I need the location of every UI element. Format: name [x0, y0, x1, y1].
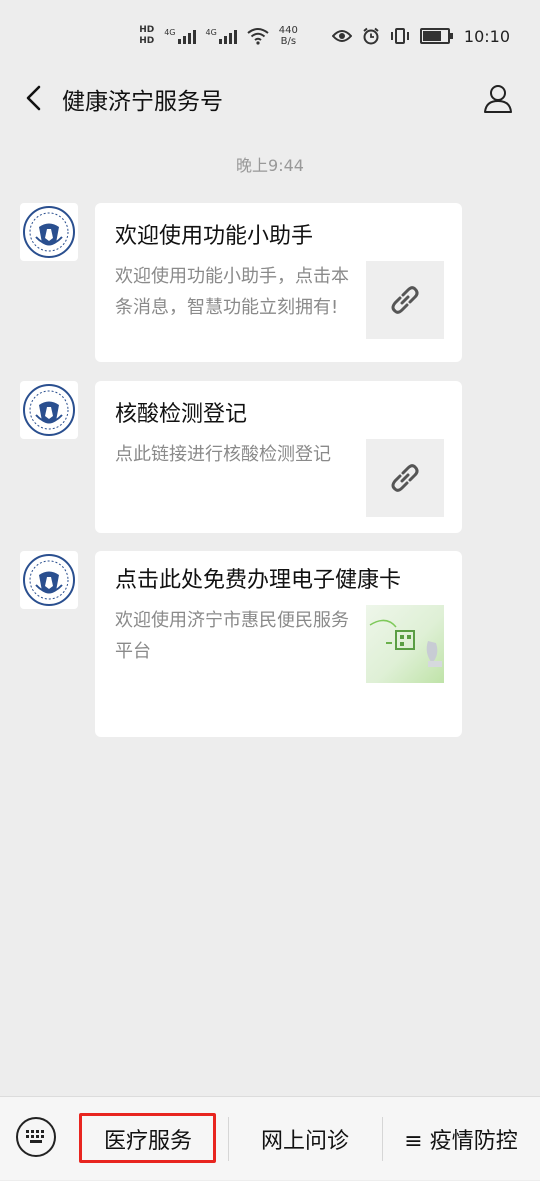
page-title: 健康济宁服务号 — [62, 89, 223, 115]
message-description: 点此链接进行核酸检测登记 — [115, 444, 331, 465]
message-thumbnail-image — [366, 605, 444, 683]
link-icon — [391, 464, 419, 492]
avatar[interactable] — [20, 203, 78, 261]
menu-medical-service[interactable]: 医疗服务 — [80, 1097, 216, 1181]
message-thumbnail — [366, 439, 444, 517]
vibrate-icon — [390, 28, 409, 44]
battery-icon — [419, 28, 453, 44]
message-title: 欢迎使用功能小助手 — [115, 224, 314, 249]
qr-code-icon — [369, 619, 442, 667]
message-thumbnail — [366, 261, 444, 339]
message-timestamp: 晚上9:44 — [236, 156, 304, 175]
eye-icon — [331, 30, 352, 42]
message-description: 欢迎使用功能小助手，点击本条消息，智慧功能立刻拥有! — [115, 266, 349, 318]
alarm-icon — [363, 27, 379, 45]
menu-divider — [228, 1117, 229, 1161]
clock: 10:10 — [463, 26, 510, 46]
hd-badge-2: HD — [139, 36, 155, 46]
menu-divider — [382, 1117, 383, 1161]
chevron-left-icon[interactable] — [22, 84, 46, 112]
keyboard-icon[interactable] — [16, 1117, 56, 1157]
person-icon[interactable] — [482, 82, 514, 114]
signal-icon-2: 4G — [206, 28, 237, 44]
avatar[interactable] — [20, 381, 78, 439]
signal-icon-1: 4G — [164, 28, 196, 44]
message-card[interactable]: 核酸检测登记 点此链接进行核酸检测登记 — [95, 381, 462, 533]
message-title: 核酸检测登记 — [115, 402, 248, 427]
message-title: 点击此处免费办理电子健康卡 — [115, 568, 402, 593]
net-speed: 440 B/s — [278, 25, 298, 47]
emblem-logo — [23, 206, 75, 258]
menu-epidemic-prevention[interactable]: ≡ 疫情防控 — [384, 1097, 538, 1181]
link-icon — [391, 286, 419, 314]
emblem-logo — [23, 554, 75, 606]
hd-badge-1: HD — [139, 25, 155, 35]
hd-badges: HD HD — [139, 25, 154, 47]
avatar[interactable] — [20, 551, 78, 609]
emblem-logo — [23, 384, 75, 436]
menu-online-consultation[interactable]: 网上问诊 — [232, 1097, 378, 1181]
message-description: 欢迎使用济宁市惠民便民服务平台 — [115, 610, 349, 662]
wifi-icon — [247, 28, 269, 45]
bottom-menu-bar: 医疗服务 网上问诊 ≡ 疫情防控 — [0, 1096, 540, 1180]
chat-header: 健康济宁服务号 — [0, 72, 540, 124]
message-card[interactable]: 点击此处免费办理电子健康卡 欢迎使用济宁市惠民便民服务平台 — [95, 551, 462, 737]
message-card[interactable]: 欢迎使用功能小助手 欢迎使用功能小助手，点击本条消息，智慧功能立刻拥有! — [95, 203, 462, 362]
status-bar: HD HD 4G 4G 440 B/s 10:10 — [0, 0, 540, 72]
